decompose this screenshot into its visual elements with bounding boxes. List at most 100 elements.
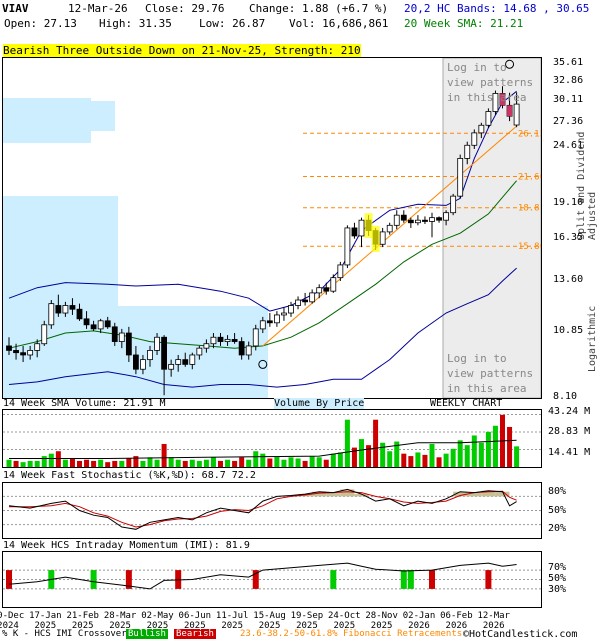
volume-bar [457,440,463,467]
volume-bar [450,448,456,467]
log-label: Logarithmic [587,305,598,372]
volume-bar [380,442,386,467]
candle-down [407,219,414,224]
candle-up [393,214,400,226]
copyright[interactable]: ©HotCandlestick.com [463,629,577,640]
candle-down [231,338,238,342]
candle-up [140,359,146,370]
watermark-line: in this area [447,91,527,104]
volume-bar [302,460,308,467]
legend-prefix: % K - HCS IMI Crossover: [2,629,133,639]
x-tick: 21-Feb 2025 [63,611,103,631]
volume-panel [2,409,542,468]
candle-down [111,326,118,342]
volume-bar [253,451,259,467]
header-change: Change: 1.88 (+6.7 %) [249,2,389,15]
volume-bar [41,456,47,467]
candle-up [196,347,203,356]
candle-down [422,219,428,222]
candle-up [259,320,266,330]
candle-down [351,227,358,237]
volume-by-price-bar [3,243,93,271]
candle-up [203,343,210,349]
pattern-highlight [371,225,380,252]
candle-down [6,345,12,351]
candle-down [90,324,97,330]
candle-highlight [507,105,513,117]
candle-up [273,314,280,324]
volume-bar [281,459,287,467]
volume-bar [267,458,273,467]
watermark-line: in this area [447,382,527,395]
candle-up [41,324,48,345]
candle-up [245,345,252,356]
candle-down [125,332,132,356]
candle-up [27,350,34,356]
volume-bar [98,459,104,467]
volume-bar [408,456,414,467]
candle-up [471,132,478,146]
volume-bar [20,462,26,467]
stochastic-panel [2,482,542,539]
volume-bar [140,460,146,467]
volume-title: 14 Week SMA Volume: 21.91 M [3,398,166,409]
imi-tick: 50% [548,573,567,584]
volume-bar [6,459,12,467]
x-tick-date: 06-Jun [178,611,212,621]
volume-bar [401,453,407,467]
header-open: Open: 27.13 [4,17,77,30]
volume-bar [415,452,421,467]
volume-bar [218,460,223,467]
volume-bar [295,458,301,467]
volume-bar [91,460,97,467]
volume-bar [225,459,231,467]
vol-tick: 28.83 M [548,426,591,437]
x-tick: 02-May 2025 [137,611,177,631]
watermark-line: view patterns [447,367,534,380]
x-tick-date: 02-May [141,611,174,621]
price-tick: 35.61 [553,56,584,68]
volume-bar [13,460,19,467]
x-tick-date: 28-Nov [365,611,398,621]
candle-up [295,299,301,306]
volume-bar [182,460,188,467]
candle-up [330,277,337,292]
weekly-chart-label: WEEKLY CHART [430,398,503,409]
candle-up [450,195,457,214]
pattern-watermark-top: Log in to view patterns in this area [447,60,543,105]
pattern-tag[interactable]: Bearish Three Outside Down on 21-Nov-25,… [3,44,361,57]
price-panel: 26.15 21.60 18.81 15.86 Log in to view patt… [2,57,542,399]
imi-bullish-signal [330,570,337,589]
volume-bar [119,460,125,467]
fibonacci-label: 18.81 [518,204,541,214]
price-tick: 13.60 [553,273,584,285]
imi-chart [3,562,541,590]
volume-bar [161,443,167,467]
price-tick: 8.10 [553,391,578,402]
volume-bar [507,426,513,467]
x-tick: 06-Jun 2025 [175,611,215,631]
imi-tick: 70% [548,562,567,573]
candle-down [400,214,407,221]
watermark-line: Log in to [447,61,507,74]
header-sma: 20 Week SMA: 21.21 [404,17,524,30]
candle-down [302,299,309,303]
candle-up [168,363,175,370]
candle-down [161,336,168,370]
volume-bar [337,452,343,467]
candle-up [337,264,344,279]
candle-up [224,338,231,342]
volume-bar [112,460,118,467]
candle-down [55,305,62,314]
volume-bar [48,453,54,467]
fibonacci-label: 21.60 [518,172,541,182]
adjusted-label: Split and Dividend Adjusted [576,131,598,240]
fibonacci-label: 26.15 [518,129,541,139]
header-high: High: 31.35 [99,17,172,30]
vol-tick: 14.41 M [548,447,591,458]
x-tick-date: 02-Jan [402,611,436,621]
x-tick-date: 19-Sep [290,611,324,621]
candle-up [154,336,160,351]
volume-bar [55,451,61,467]
volume-bar [84,459,90,467]
